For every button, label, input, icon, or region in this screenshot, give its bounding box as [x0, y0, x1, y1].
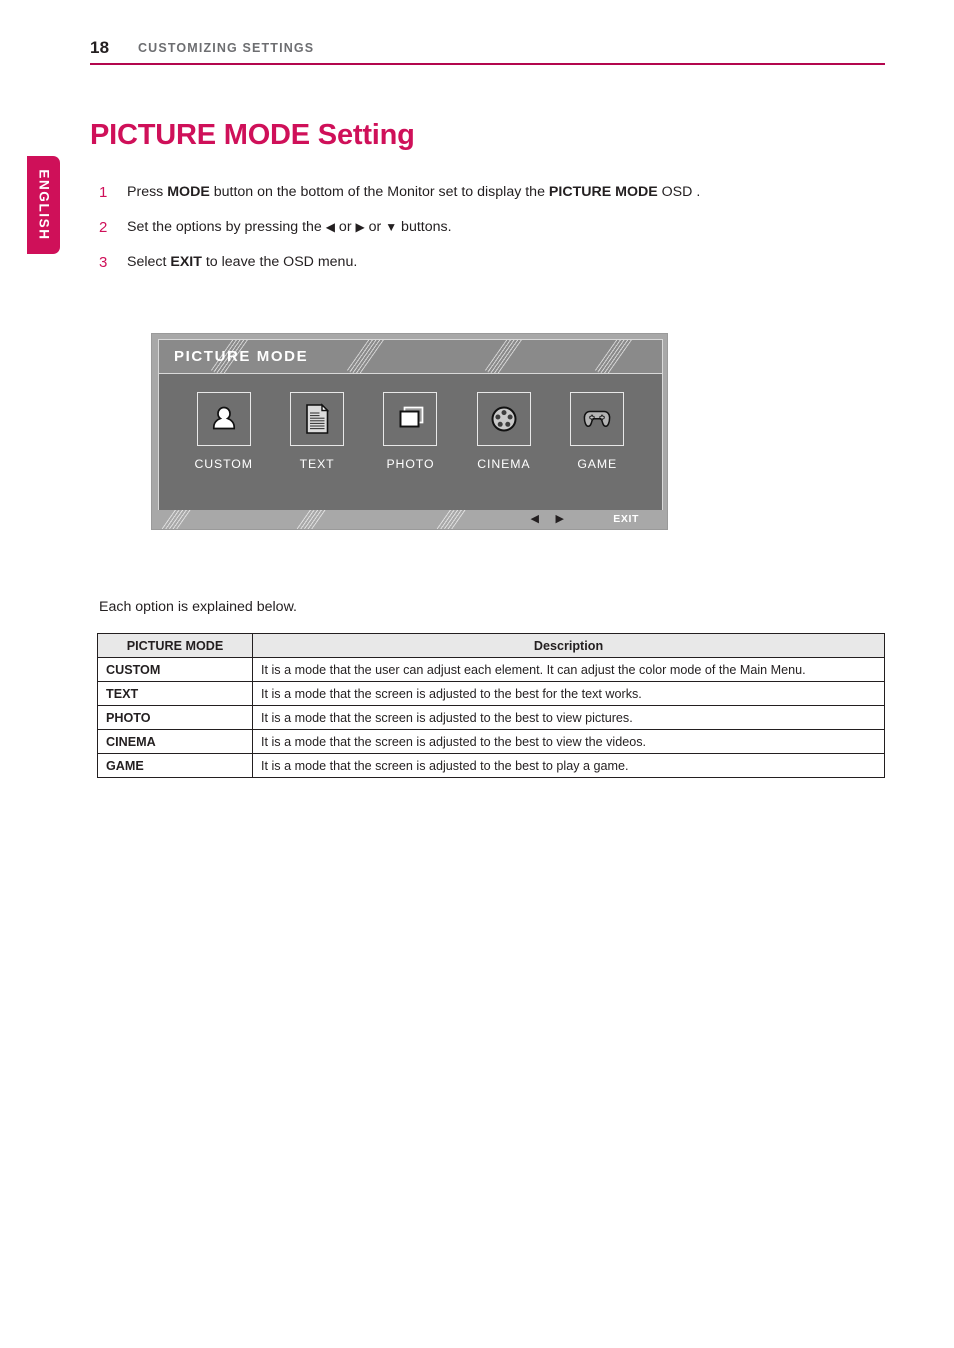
osd-mode-list: CUSTOM TEXT PHOTO CINEMA GAME: [159, 374, 662, 510]
table-cell-mode: CUSTOM: [97, 657, 253, 682]
table-cell-mode: CINEMA: [97, 729, 253, 754]
hatch-decoration-icon: [594, 340, 633, 373]
osd-inner-frame: PICTURE MODE CUSTOM TEXT PHOTO CINEMA GA…: [158, 339, 663, 511]
language-tab-english: ENGLISH: [27, 156, 60, 254]
osd-mode-game[interactable]: GAME: [555, 392, 639, 471]
table-cell-description: It is a mode that the screen is adjusted…: [252, 729, 885, 754]
osd-mode-photo-box[interactable]: [383, 392, 438, 446]
header-rule: [90, 63, 885, 65]
osd-mode-custom-box[interactable]: [196, 392, 251, 446]
table-row: GAME It is a mode that the screen is adju…: [97, 753, 885, 778]
osd-body: CUSTOM TEXT PHOTO CINEMA GAME: [159, 374, 662, 510]
table-cell-mode: GAME: [97, 753, 253, 778]
table-cell-mode: PHOTO: [97, 705, 253, 730]
table-row: TEXT It is a mode that the screen is adju…: [97, 681, 885, 706]
hatch-decoration-icon: [436, 510, 471, 529]
instruction-step-2: 2 Set the options by pressing the ◀ or ▶ …: [99, 219, 889, 254]
osd-titlebar: PICTURE MODE: [159, 340, 662, 374]
section-title: CUSTOMIZING SETTINGS: [138, 41, 315, 55]
step-text: Set the options by pressing the ◀ or ▶ o…: [127, 219, 452, 235]
table-cell-mode: TEXT: [97, 681, 253, 706]
step-number: 2: [99, 219, 108, 236]
osd-mode-photo[interactable]: PHOTO: [368, 392, 452, 471]
document-icon: [306, 403, 330, 434]
hatch-decoration-icon: [346, 340, 385, 373]
page-title: PICTURE MODE Setting: [90, 119, 415, 151]
language-tab-label: ENGLISH: [36, 169, 51, 241]
osd-mode-custom[interactable]: CUSTOM: [182, 392, 266, 471]
table-cell-description: It is a mode that the screen is adjusted…: [252, 705, 885, 730]
gamepad-icon: [583, 410, 611, 428]
osd-mode-text-label: TEXT: [299, 457, 335, 471]
lead-paragraph: Each option is explained below.: [99, 599, 297, 615]
step-number: 1: [99, 184, 108, 201]
hatch-decoration-icon: [296, 510, 331, 529]
osd-mode-text-box[interactable]: [290, 392, 345, 446]
osd-mode-cinema-box[interactable]: [476, 392, 531, 446]
osd-screenshot: PICTURE MODE CUSTOM TEXT PHOTO CINEMA GA…: [151, 333, 668, 530]
step-number: 3: [99, 254, 108, 271]
instruction-step-1: 1 Press MODE button on the bottom of the …: [99, 184, 889, 219]
table-cell-description: It is a mode that the user can adjust ea…: [252, 657, 885, 682]
osd-mode-cinema-label: CINEMA: [477, 457, 531, 471]
osd-footer: ◀ ▶ EXIT: [152, 510, 667, 529]
osd-nav-left-button[interactable]: ◀: [531, 512, 539, 525]
film-reel-icon: [491, 406, 517, 432]
instruction-step-3: 3 Select EXIT to leave the OSD menu.: [99, 254, 889, 289]
table-header-description: Description: [252, 633, 885, 658]
person-icon: [212, 406, 235, 430]
table-header-mode: PICTURE MODE: [97, 633, 253, 658]
pictures-icon: [400, 406, 424, 428]
picture-mode-table: PICTURE MODE Description CUSTOM It is a m…: [97, 633, 885, 778]
osd-mode-game-box[interactable]: [570, 392, 625, 446]
table-cell-description: It is a mode that the screen is adjusted…: [252, 681, 885, 706]
hatch-decoration-icon: [161, 510, 196, 529]
table-body: CUSTOM It is a mode that the user can adj…: [97, 657, 885, 778]
table-head: PICTURE MODE Description: [97, 633, 885, 658]
osd-mode-cinema[interactable]: CINEMA: [462, 392, 546, 471]
osd-nav-right-button[interactable]: ▶: [556, 512, 564, 525]
table-row: CINEMA It is a mode that the screen is ad…: [97, 729, 885, 754]
page-number: 18: [90, 38, 110, 57]
hatch-decoration-icon: [484, 340, 523, 373]
osd-mode-game-label: GAME: [577, 457, 618, 471]
table-row: PHOTO It is a mode that the screen is adj…: [97, 705, 885, 730]
osd-mode-text[interactable]: TEXT: [275, 392, 359, 471]
step-text: Select EXIT to leave the OSD menu.: [127, 254, 358, 270]
osd-title: PICTURE MODE: [174, 348, 309, 365]
table-cell-description: It is a mode that the screen is adjusted…: [252, 753, 885, 778]
table-header-row: PICTURE MODE Description: [97, 633, 885, 658]
step-text: Press MODE button on the bottom of the M…: [127, 184, 701, 200]
instruction-steps: 1 Press MODE button on the bottom of the …: [99, 184, 889, 289]
osd-mode-custom-label: CUSTOM: [194, 457, 253, 471]
table-row: CUSTOM It is a mode that the user can adj…: [97, 657, 885, 682]
osd-mode-photo-label: PHOTO: [386, 457, 435, 471]
osd-exit-button[interactable]: EXIT: [613, 513, 639, 525]
